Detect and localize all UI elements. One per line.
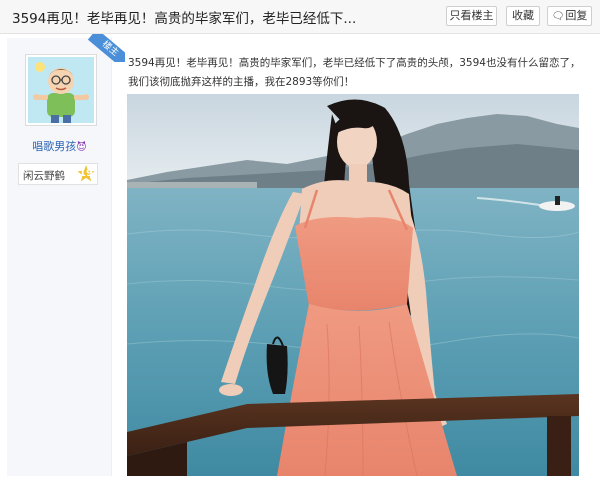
devil-face-icon: 😈 [76, 142, 87, 153]
reply-button-label: 回复 [565, 9, 588, 22]
level-name: 闲云野鹤 [23, 170, 65, 182]
level-badge[interactable]: 闲云野鹤 19 [18, 163, 98, 185]
comment-icon: 🗨 [551, 11, 565, 22]
only-view-op-button[interactable]: 只看楼主 [446, 6, 497, 26]
favorite-button[interactable]: 收藏 [506, 6, 540, 26]
post-content: 3594再见！老毕再见！高贵的毕家军们，老毕已经低下了高贵的头颅，3594也没有… [128, 57, 581, 88]
username-text: 唱歌男孩 [32, 140, 77, 153]
level-star-icon: 19 [77, 165, 95, 182]
avatar-image [28, 57, 94, 123]
thread-header: 3594再见！老毕再见！高贵的毕家军们，老毕已经低下... 只看楼主 收藏 🗨回… [0, 0, 600, 34]
thread-title: 3594再见！老毕再见！高贵的毕家军们，老毕已经低下... [12, 11, 357, 27]
author-panel: 楼主 唱歌男孩😈 闲云野鹤 19 [7, 34, 125, 476]
reply-button[interactable]: 🗨回复 [547, 6, 592, 26]
username[interactable]: 唱歌男孩😈 [7, 138, 112, 154]
cartoon-avatar-icon [28, 57, 94, 123]
post-image[interactable] [127, 94, 579, 476]
avatar[interactable] [25, 54, 97, 126]
sea-boat-photo [127, 94, 579, 476]
